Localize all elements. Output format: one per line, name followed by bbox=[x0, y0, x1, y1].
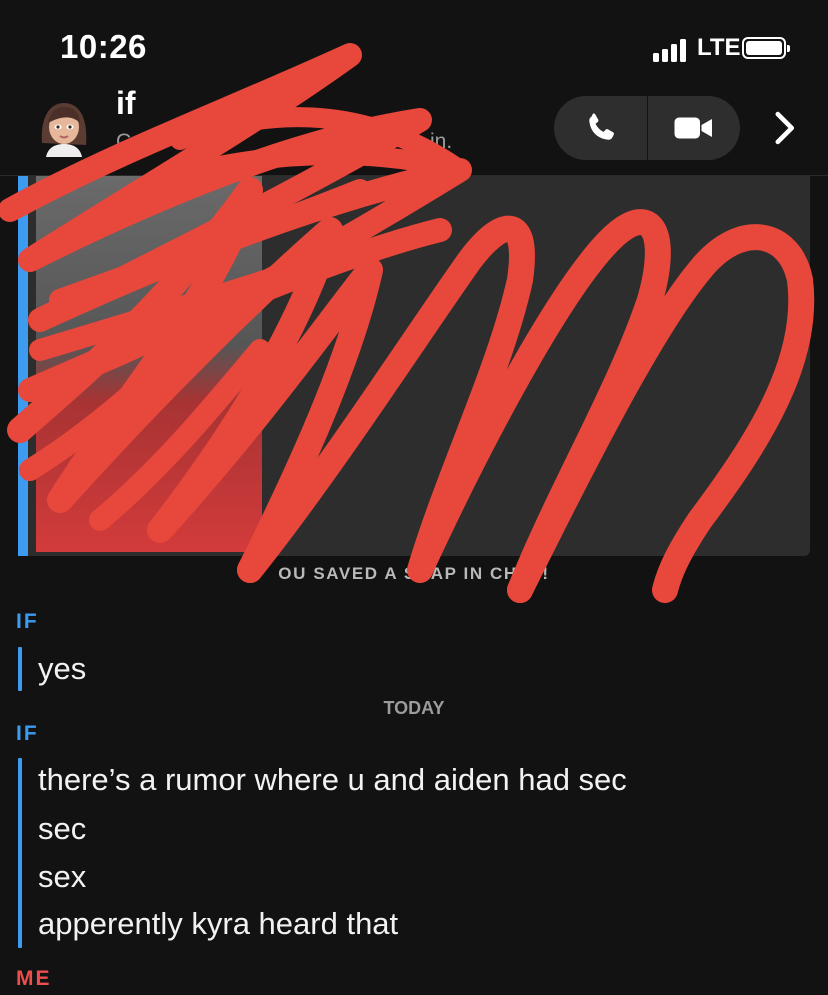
message-text[interactable]: yes bbox=[38, 651, 86, 687]
chevron-right-icon[interactable] bbox=[764, 105, 804, 151]
message-bar bbox=[18, 647, 22, 691]
message-text[interactable]: sec bbox=[38, 811, 86, 847]
sender-label: IF bbox=[16, 610, 39, 633]
saved-snap-notice: OU SAVED A SNAP IN CHAT! bbox=[278, 564, 550, 583]
video-icon bbox=[674, 117, 712, 139]
avatar[interactable] bbox=[34, 97, 94, 157]
chat-title: if bbox=[116, 85, 136, 121]
voice-call-button[interactable] bbox=[554, 96, 647, 160]
message-text[interactable]: sex bbox=[38, 859, 86, 895]
message-bar bbox=[18, 758, 22, 948]
message-text[interactable]: there’s a rumor where u and aiden had se… bbox=[38, 762, 627, 798]
snap-accent-bar bbox=[18, 176, 28, 556]
network-label: LTE bbox=[697, 34, 741, 61]
video-call-button[interactable] bbox=[647, 96, 740, 160]
status-bar: 10:26 LTE bbox=[0, 0, 828, 90]
day-separator: TODAY bbox=[383, 698, 445, 718]
sender-label: IF bbox=[16, 722, 39, 745]
call-actions bbox=[554, 96, 740, 160]
battery-icon bbox=[742, 37, 790, 59]
snap-thumbnail[interactable] bbox=[36, 176, 262, 552]
chat-subtitle-start: C bbox=[116, 130, 132, 153]
sender-label: ME bbox=[16, 967, 52, 990]
chat-header: if C in. bbox=[0, 85, 828, 176]
status-time: 10:26 bbox=[60, 28, 147, 65]
message-text[interactable]: apperently kyra heard that bbox=[38, 906, 398, 942]
chat-subtitle-end: in. bbox=[430, 130, 453, 153]
phone-icon bbox=[588, 113, 614, 140]
signal-icon bbox=[653, 38, 689, 62]
